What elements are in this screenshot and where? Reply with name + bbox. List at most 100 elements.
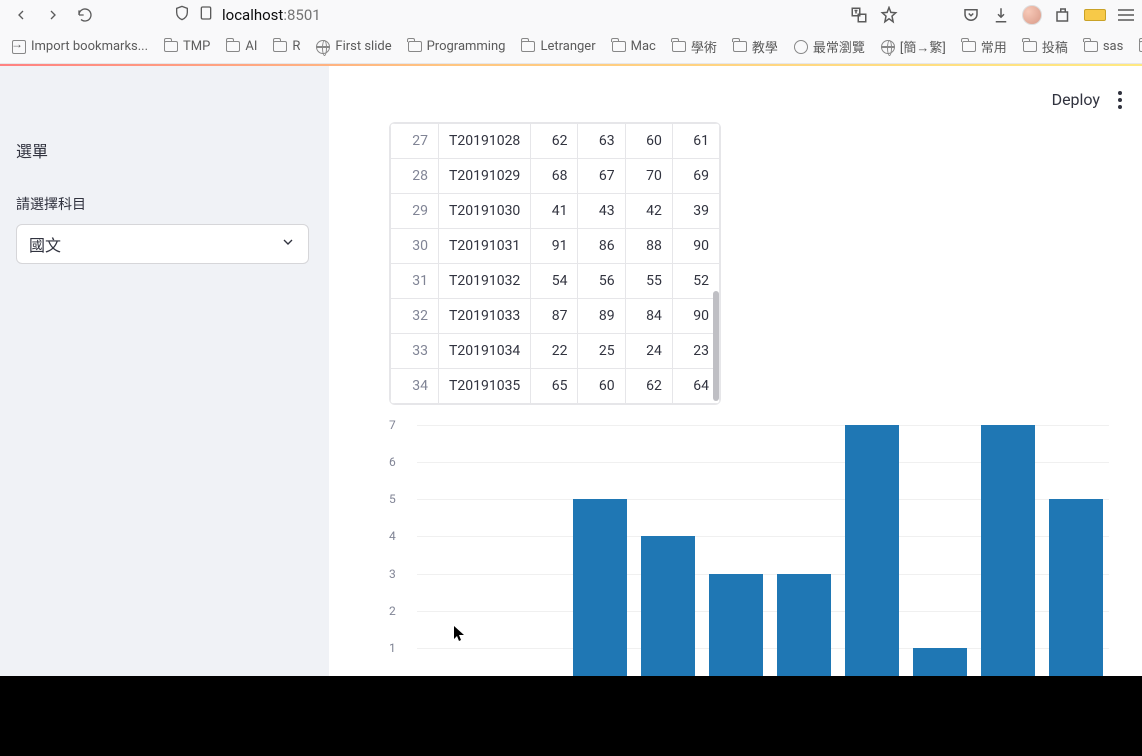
bookmark-item[interactable]: sas [1078,35,1130,58]
bookmark-item[interactable]: 攝影 [1133,33,1142,60]
bookmark-item[interactable]: 教學 [727,33,784,60]
extensions-icon[interactable] [1054,6,1072,24]
sidebar-title: 選單 [16,138,309,162]
table-row[interactable]: 34T2019103565606264 [391,369,720,404]
folder-icon [1023,41,1037,52]
table-cell: 34 [391,369,439,404]
table-row[interactable]: 31T2019103254565552 [391,264,720,299]
profile-avatar[interactable] [1022,5,1042,25]
table-cell: 42 [625,194,672,229]
table-cell: 55 [625,264,672,299]
bookmark-item[interactable]: Import bookmarks... [6,35,154,58]
kebab-menu-icon[interactable] [1118,91,1122,109]
folder-icon [612,41,626,52]
bookmark-label: Mac [631,39,656,54]
y-tick-label: 6 [389,455,396,469]
bookmark-item[interactable]: R [267,35,306,58]
bookmark-label: Letranger [540,39,595,54]
table-cell: 30 [391,229,439,264]
page-icon [198,5,214,25]
subject-select[interactable]: 國文 [16,224,309,264]
table-cell: 87 [531,299,578,334]
forward-button[interactable] [40,2,66,28]
bookmark-item[interactable]: Mac [606,35,662,58]
folder-icon [962,41,976,52]
table-row[interactable]: 27T2019102862636061 [391,124,720,159]
table-row[interactable]: 28T2019102968677069 [391,159,720,194]
bookmark-item[interactable]: Letranger [515,35,601,58]
table-cell: T20191035 [439,369,531,404]
table-cell: 67 [578,159,625,194]
bar[interactable] [777,574,831,676]
table-cell: 32 [391,299,439,334]
bookmark-item[interactable]: AI [220,35,263,58]
download-icon[interactable] [992,6,1010,24]
bookmark-label: 教學 [752,37,778,56]
bookmark-label: 常用 [981,37,1007,56]
bookmark-label: 最常瀏覽 [813,37,865,56]
table-cell: 56 [578,264,625,299]
bookmark-label: 投稿 [1042,37,1068,56]
folder-icon [733,41,747,52]
bookmark-item[interactable]: TMP [158,35,216,58]
shield-icon [174,5,190,25]
bar-chart[interactable]: 1234567 [389,425,1109,676]
bookmark-item[interactable]: Programming [402,35,512,58]
table-cell: 89 [578,299,625,334]
globe-icon [881,40,895,54]
bar[interactable] [845,425,899,676]
bookmark-item[interactable]: 學術 [666,33,723,60]
bar[interactable] [641,536,695,676]
bar[interactable] [1049,499,1103,676]
table-row[interactable]: 30T2019103191868890 [391,229,720,264]
bar[interactable] [981,425,1035,676]
table-cell: 90 [672,229,719,264]
bookmark-item[interactable]: [簡→繁] [875,33,952,60]
table-cell: T20191034 [439,334,531,369]
deploy-button[interactable]: Deploy [1052,90,1100,109]
table-row[interactable]: 33T2019103422252423 [391,334,720,369]
translate-icon[interactable] [850,6,868,24]
folder-icon [521,41,535,52]
table-scrollbar[interactable] [713,291,719,401]
folder-icon [408,41,422,52]
address-bar[interactable]: localhost:8501 [104,5,844,25]
table-cell: 86 [578,229,625,264]
table-cell: T20191028 [439,124,531,159]
table-cell: 62 [531,124,578,159]
select-value: 國文 [29,232,61,256]
bar[interactable] [709,574,763,676]
table-cell: 91 [531,229,578,264]
table-cell: 60 [625,124,672,159]
table-cell: 31 [391,264,439,299]
table-cell: 61 [672,124,719,159]
data-table[interactable]: 27T201910286263606128T201910296867706929… [389,122,721,405]
table-cell: 84 [625,299,672,334]
menu-icon[interactable] [1118,9,1134,21]
bookmark-item[interactable]: 常用 [956,33,1013,60]
table-row[interactable]: 29T2019103041434239 [391,194,720,229]
pocket-icon[interactable] [962,6,980,24]
y-tick-label: 1 [389,641,396,655]
bar[interactable] [913,648,967,676]
star-icon[interactable] [880,6,898,24]
keyboard-icon[interactable] [1084,9,1106,21]
reload-button[interactable] [72,2,98,28]
table-cell: 25 [578,334,625,369]
sidebar: 選單 請選擇科目 國文 [0,66,329,676]
table-cell: T20191030 [439,194,531,229]
import-icon [12,40,26,54]
bottom-black-bar [0,676,1142,756]
bookmark-item[interactable]: 投稿 [1017,33,1074,60]
y-tick-label: 3 [389,567,396,581]
bar[interactable] [573,499,627,676]
table-cell: 54 [531,264,578,299]
back-button[interactable] [8,2,34,28]
select-label: 請選擇科目 [16,194,309,214]
table-cell: 43 [578,194,625,229]
y-tick-label: 4 [389,529,396,543]
chrome-right-icons [850,5,1134,25]
table-row[interactable]: 32T2019103387898490 [391,299,720,334]
bookmark-item[interactable]: 最常瀏覽 [788,33,871,60]
bookmark-item[interactable]: First slide [310,35,397,58]
